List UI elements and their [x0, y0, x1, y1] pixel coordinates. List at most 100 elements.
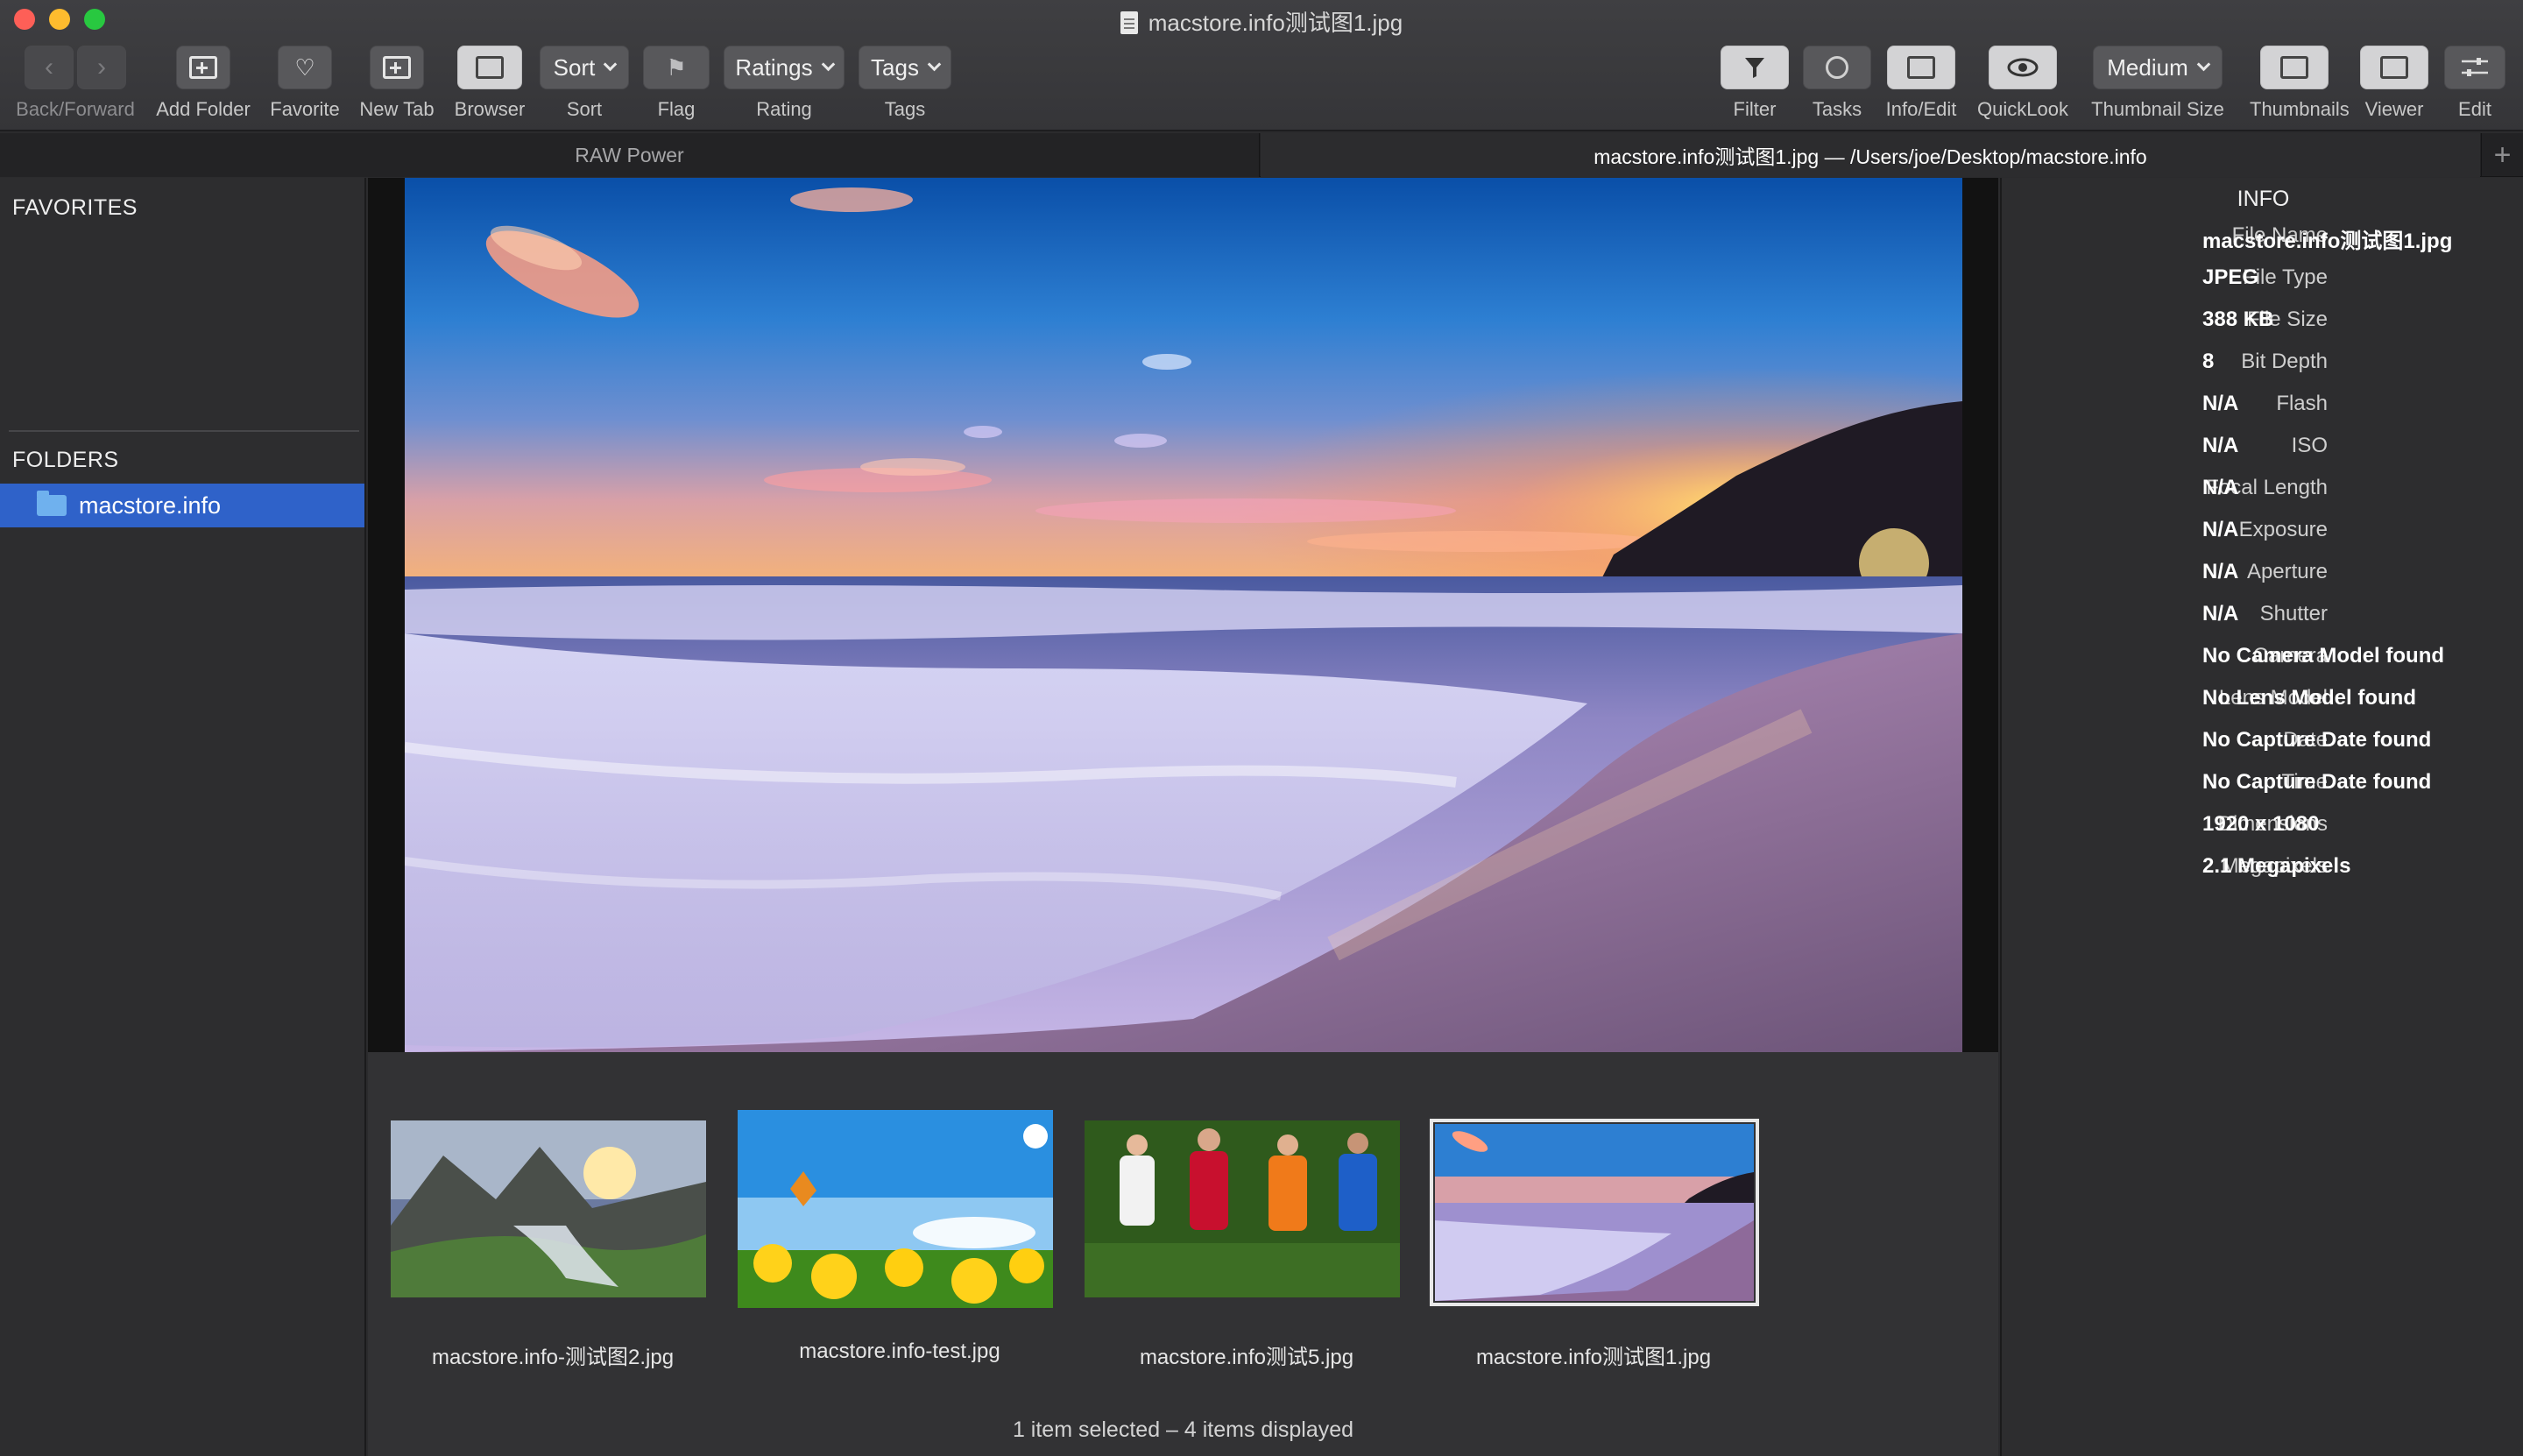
viewer-label: Viewer [2364, 98, 2424, 120]
info-row: Aperture N/A [2002, 560, 2523, 595]
ratings-dropdown[interactable]: Ratings [724, 46, 845, 89]
tasks-control: Tasks [1803, 46, 1871, 121]
tags-dropdown[interactable]: Tags [859, 46, 951, 89]
tags-control: Tags Tags [859, 46, 951, 121]
tasks-label: Tasks [1812, 98, 1862, 120]
info-edit-button[interactable] [1887, 46, 1955, 89]
tags-label: Tags [884, 98, 926, 120]
thumbnail-item-selected[interactable]: macstore.info测试图1.jpg [1430, 1119, 1759, 1369]
thumbnails-button[interactable] [2260, 46, 2329, 89]
info-value: No Capture Date found [2202, 728, 2432, 752]
add-folder-button[interactable] [176, 46, 230, 89]
info-row: File Name macstore.info测试图1.jpg [2002, 223, 2523, 258]
sliders-icon [2462, 58, 2488, 76]
info-value: 8 [2202, 350, 2215, 373]
info-row: Flash N/A [2002, 392, 2523, 427]
toolbar: macstore.info测试图1.jpg ‹ › Back/Forward A… [0, 0, 2523, 131]
rating-control: Ratings Rating [724, 46, 845, 121]
thumbnail-item[interactable]: macstore.info-test.jpg [738, 1110, 1062, 1363]
favorite-control: ♡ Favorite [268, 46, 342, 121]
info-panel-title: INFO [2237, 187, 2290, 211]
tab-bar: RAW Power macstore.info测试图1.jpg — /Users… [0, 133, 2523, 177]
info-value: macstore.info测试图1.jpg [2202, 230, 2453, 253]
sort-dropdown[interactable]: Sort [540, 46, 629, 89]
sidebar-item-macstore-info[interactable]: macstore.info [0, 484, 364, 527]
tasks-button[interactable] [1803, 46, 1871, 89]
info-value: No Capture Date found [2202, 770, 2432, 794]
info-row: Time No Capture Date found [2002, 770, 2523, 805]
document-icon [1120, 11, 1138, 34]
chevron-down-icon [604, 57, 618, 71]
folder-icon [37, 491, 67, 516]
flag-icon: ⚑ [666, 54, 687, 81]
quicklook-label: QuickLook [1977, 98, 2068, 120]
info-row: Dimensions 1920 x 1080 [2002, 812, 2523, 847]
browser-label: Browser [454, 98, 526, 120]
ratings-dropdown-value: Ratings [735, 53, 813, 81]
edit-button[interactable] [2444, 46, 2505, 89]
viewer-button[interactable] [2360, 46, 2428, 89]
info-row: Focal Length N/A [2002, 476, 2523, 511]
info-value: N/A [2202, 392, 2239, 415]
info-value: N/A [2202, 434, 2239, 457]
quicklook-control: QuickLook [1973, 46, 2073, 121]
flag-button[interactable]: ⚑ [643, 46, 710, 89]
add-folder-label: Add Folder [156, 98, 251, 120]
tab-raw-power[interactable]: RAW Power [0, 133, 1260, 177]
new-tab-control: New Tab [356, 46, 438, 121]
favorite-label: Favorite [270, 98, 340, 120]
flag-control: ⚑ Flag [643, 46, 710, 121]
image-viewer[interactable] [368, 178, 1998, 1052]
thumbnail-image [391, 1120, 706, 1297]
thumbnail-size-dropdown[interactable]: Medium [2093, 46, 2223, 89]
viewer-layout-icon [2380, 56, 2408, 79]
folders-heading: FOLDERS [12, 448, 119, 472]
favorite-button[interactable]: ♡ [278, 46, 332, 89]
info-key: Flash [2276, 392, 2328, 415]
forward-button[interactable]: › [77, 46, 126, 89]
thumbnail-size-control: Medium Thumbnail Size [2085, 46, 2230, 121]
info-row: Camera No Camera Model found [2002, 644, 2523, 679]
thumbnail-image [1430, 1119, 1759, 1306]
favorites-heading: FAVORITES [12, 195, 138, 220]
info-edit-label: Info/Edit [1885, 98, 1957, 120]
add-folder-icon [189, 56, 217, 79]
info-value: 2.1 Megapixels [2202, 854, 2351, 878]
info-value: N/A [2202, 518, 2239, 541]
filter-button[interactable] [1721, 46, 1789, 89]
filter-control: Filter [1721, 46, 1789, 121]
thumbnail-caption: macstore.info测试5.jpg [1139, 1346, 1354, 1369]
info-key: Shutter [2259, 602, 2328, 626]
info-row: File Size 388 KB [2002, 307, 2523, 343]
chevron-right-icon: › [97, 53, 106, 81]
browser-control: Browser [450, 46, 529, 121]
info-key: ISO [2291, 434, 2328, 457]
sidebar-divider [9, 430, 359, 432]
browser-button[interactable] [457, 46, 522, 89]
info-row: ISO N/A [2002, 434, 2523, 469]
info-row: Shutter N/A [2002, 602, 2523, 637]
info-value: N/A [2202, 602, 2239, 626]
new-tab-icon [383, 56, 411, 79]
thumbnail-item[interactable]: macstore.info-测试图2.jpg [391, 1120, 715, 1369]
tab-current-image[interactable]: macstore.info测试图1.jpg — /Users/joe/Deskt… [1261, 133, 2480, 177]
sort-dropdown-value: Sort [553, 53, 596, 81]
chevron-down-icon [927, 57, 942, 71]
window-title: macstore.info测试图1.jpg [0, 5, 2523, 38]
new-tab-label: New Tab [359, 98, 435, 120]
thumbnail-item[interactable]: macstore.info测试5.jpg [1085, 1120, 1409, 1369]
info-row: Bit Depth 8 [2002, 350, 2523, 385]
edit-label: Edit [2458, 98, 2491, 120]
info-row: Date No Capture Date found [2002, 728, 2523, 763]
info-value: JPEG [2202, 265, 2259, 289]
rating-label: Rating [756, 98, 812, 120]
thumbnail-image [738, 1110, 1053, 1308]
new-tab-button[interactable] [370, 46, 424, 89]
filter-funnel-icon [1745, 58, 1764, 78]
back-button[interactable]: ‹ [25, 46, 74, 89]
tasks-circle-icon [1826, 56, 1848, 79]
quicklook-button[interactable] [1989, 46, 2057, 89]
chevron-down-icon [821, 57, 835, 71]
add-tab-button[interactable]: + [2481, 133, 2523, 177]
browser-layout-icon [476, 56, 504, 79]
